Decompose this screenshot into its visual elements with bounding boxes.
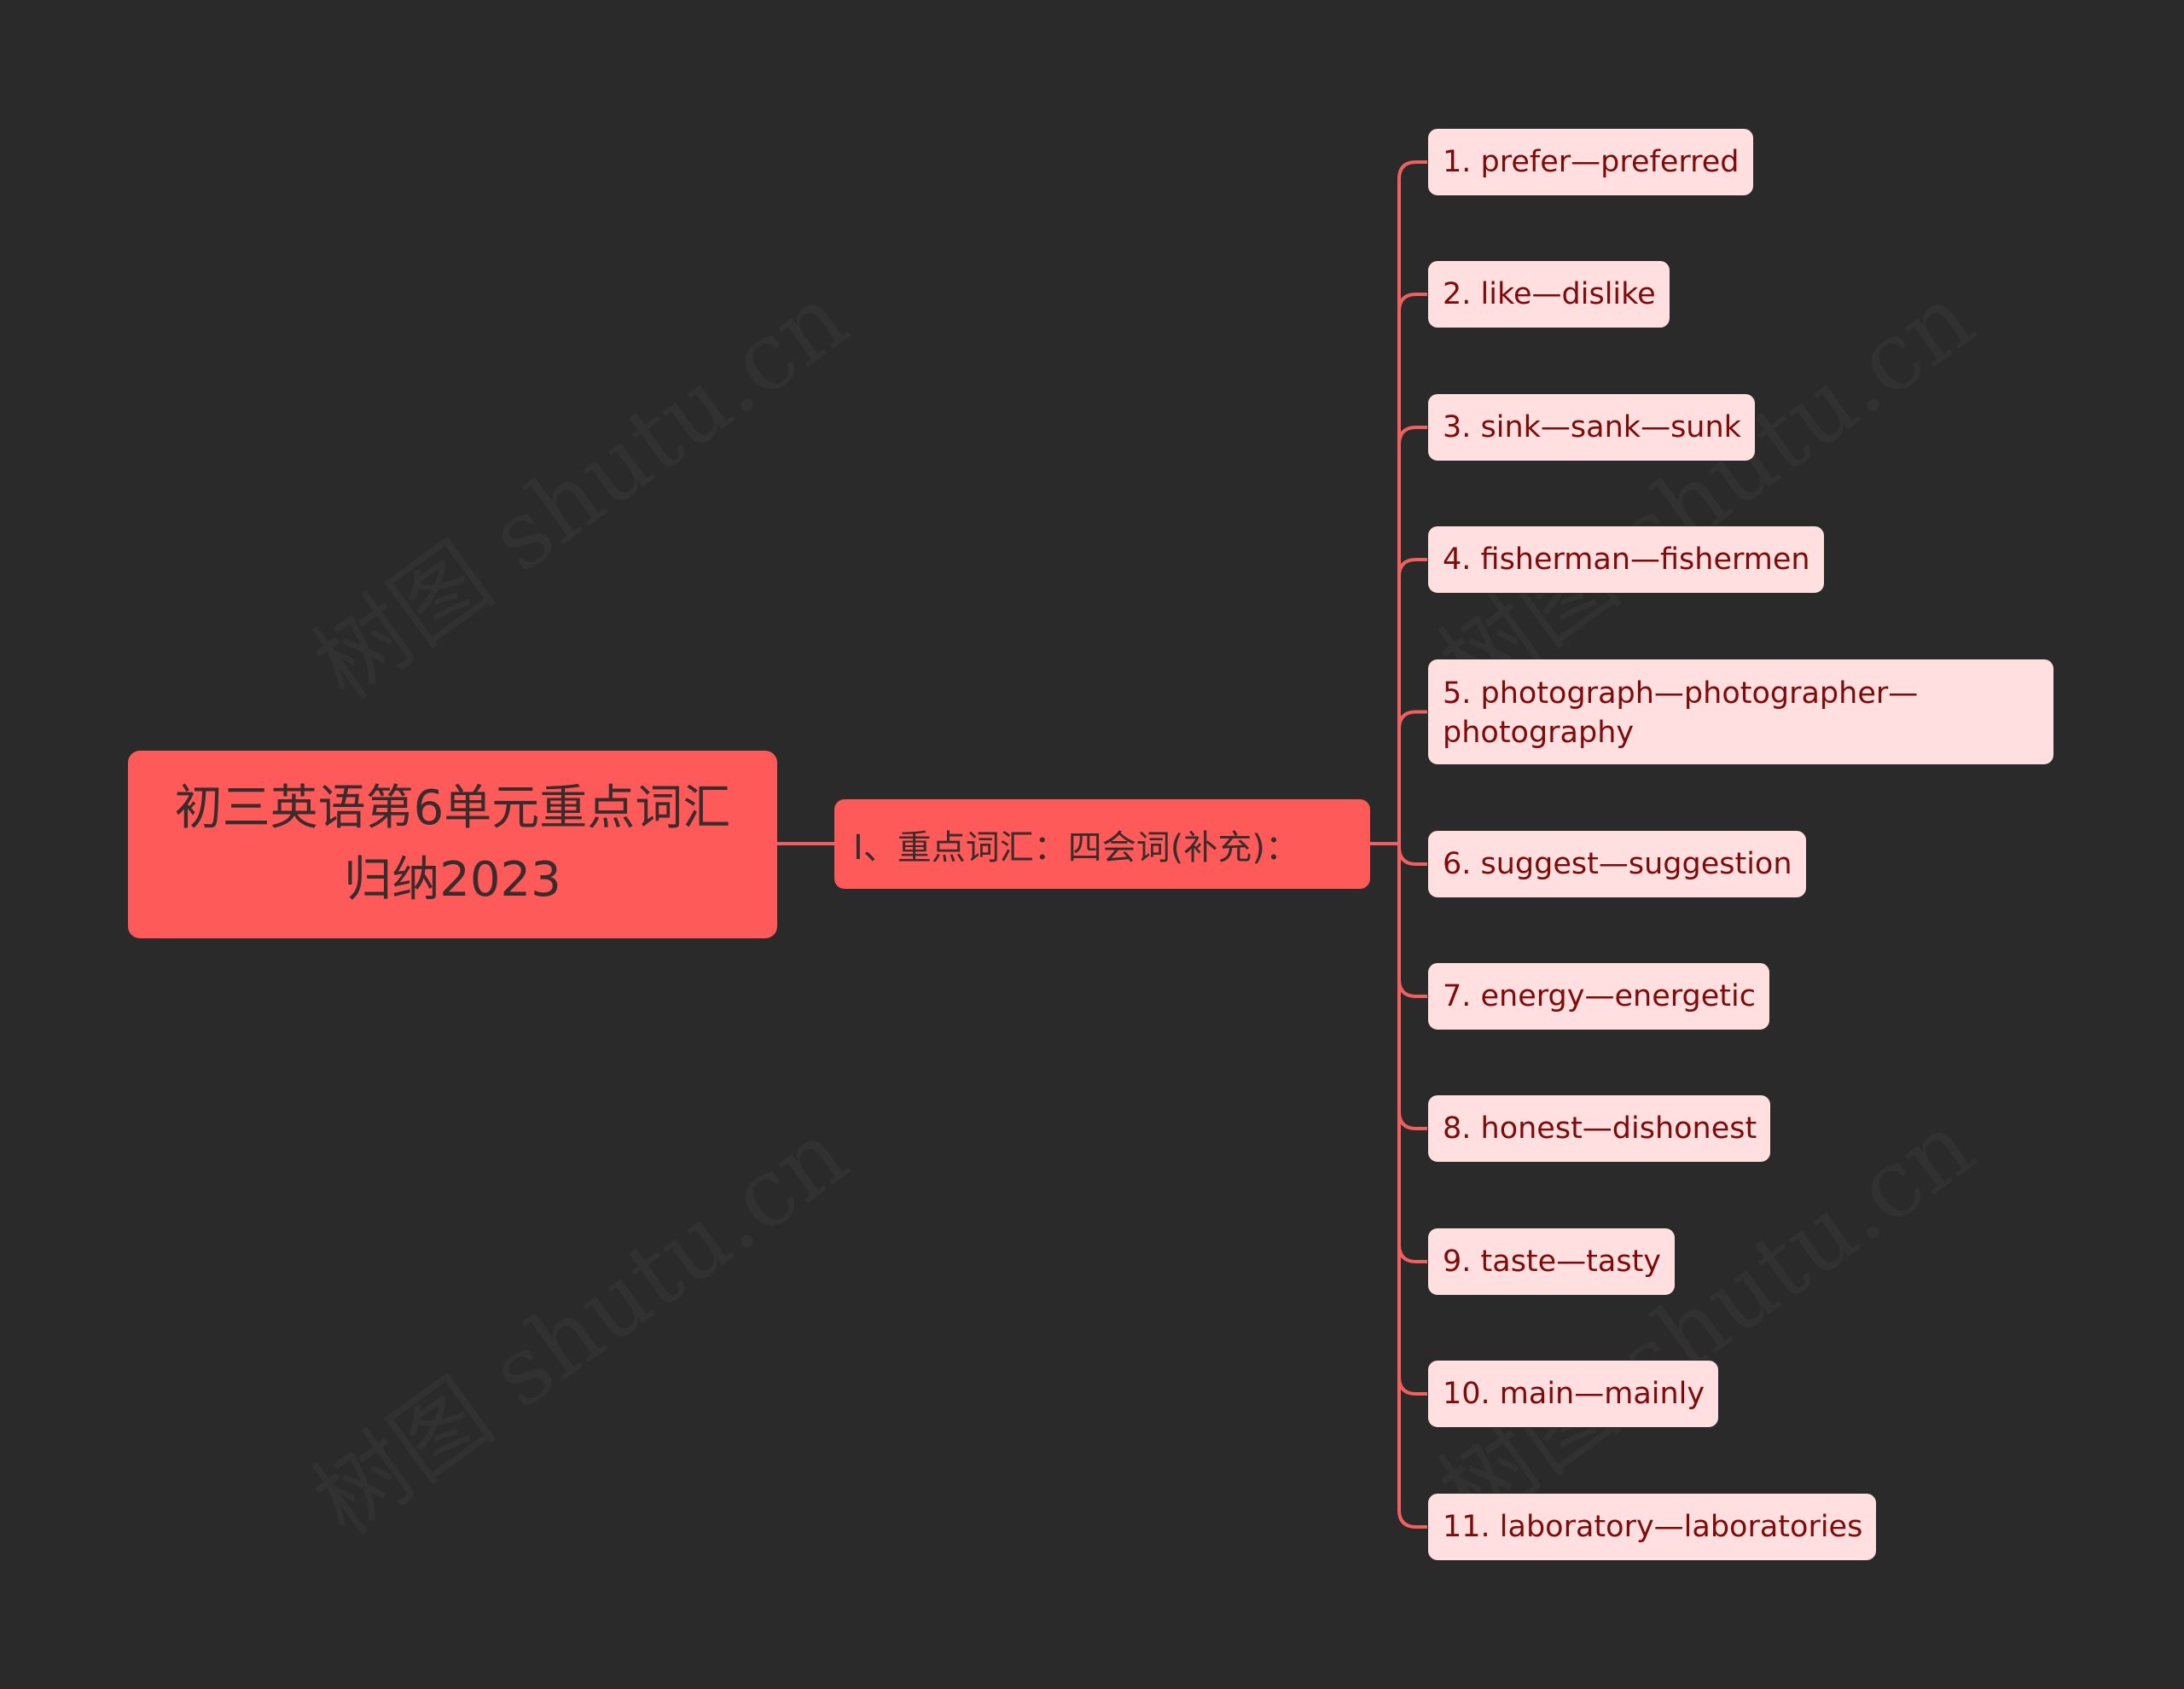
leaf-connector (1397, 844, 1427, 1130)
leaf-connector (1397, 844, 1427, 1396)
leaf-connector (1397, 844, 1427, 998)
leaf-connector (1397, 844, 1427, 1529)
leaf-connector (1397, 160, 1427, 844)
leaf-node[interactable]: 5. photograph—photographer—photography (1427, 659, 2054, 765)
branch-label: Ⅰ、重点词汇：四会词(补充)： (853, 827, 1300, 868)
leaf-node[interactable]: 9. taste—tasty (1427, 1228, 1676, 1296)
leaf-label: 7. energy—energetic (1443, 979, 1756, 1013)
leaf-label: 11. laboratory—laboratories (1443, 1510, 1863, 1544)
leaf-node[interactable]: 10. main—mainly (1427, 1360, 1720, 1428)
leaf-label: 10. main—mainly (1443, 1377, 1705, 1411)
leaf-connector (1397, 293, 1427, 844)
leaf-connector (1397, 844, 1427, 1263)
leaf-label: 9. taste—tasty (1443, 1245, 1662, 1279)
root-title: 初三英语第6单元重点词汇归纳2023 (174, 781, 731, 908)
leaf-node[interactable]: 1. prefer—preferred (1427, 128, 1754, 196)
leaf-node[interactable]: 4. fisherman—fishermen (1427, 525, 1825, 594)
leaf-node[interactable]: 7. energy—energetic (1427, 962, 1770, 1030)
leaf-node[interactable]: 3. sink—sank—sunk (1427, 393, 1756, 461)
leaf-label: 1. prefer—preferred (1443, 145, 1740, 179)
leaf-connector (1397, 710, 1427, 844)
leaf-node[interactable]: 6. suggest—suggestion (1427, 830, 1807, 898)
leaf-label: 2. like—dislike (1443, 277, 1656, 311)
leaf-connector (1397, 426, 1427, 844)
leaf-node[interactable]: 8. honest—dishonest (1427, 1094, 1772, 1163)
leaf-label: 8. honest—dishonest (1443, 1111, 1757, 1146)
leaf-node[interactable]: 2. like—dislike (1427, 260, 1670, 328)
branch-node[interactable]: Ⅰ、重点词汇：四会词(补充)： (834, 799, 1370, 889)
leaf-connector (1397, 844, 1427, 866)
leaf-node[interactable]: 11. laboratory—laboratories (1427, 1493, 1878, 1561)
leaf-connectors (1397, 160, 1427, 1529)
leaf-label: 4. fisherman—fishermen (1443, 543, 1810, 577)
root-node[interactable]: 初三英语第6单元重点词汇归纳2023 (128, 751, 777, 938)
leaf-connector (1397, 558, 1427, 844)
leaf-label: 5. photograph—photographer—photography (1443, 676, 1919, 750)
leaf-label: 3. sink—sank—sunk (1443, 410, 1741, 444)
leaf-label: 6. suggest—suggestion (1443, 847, 1792, 881)
